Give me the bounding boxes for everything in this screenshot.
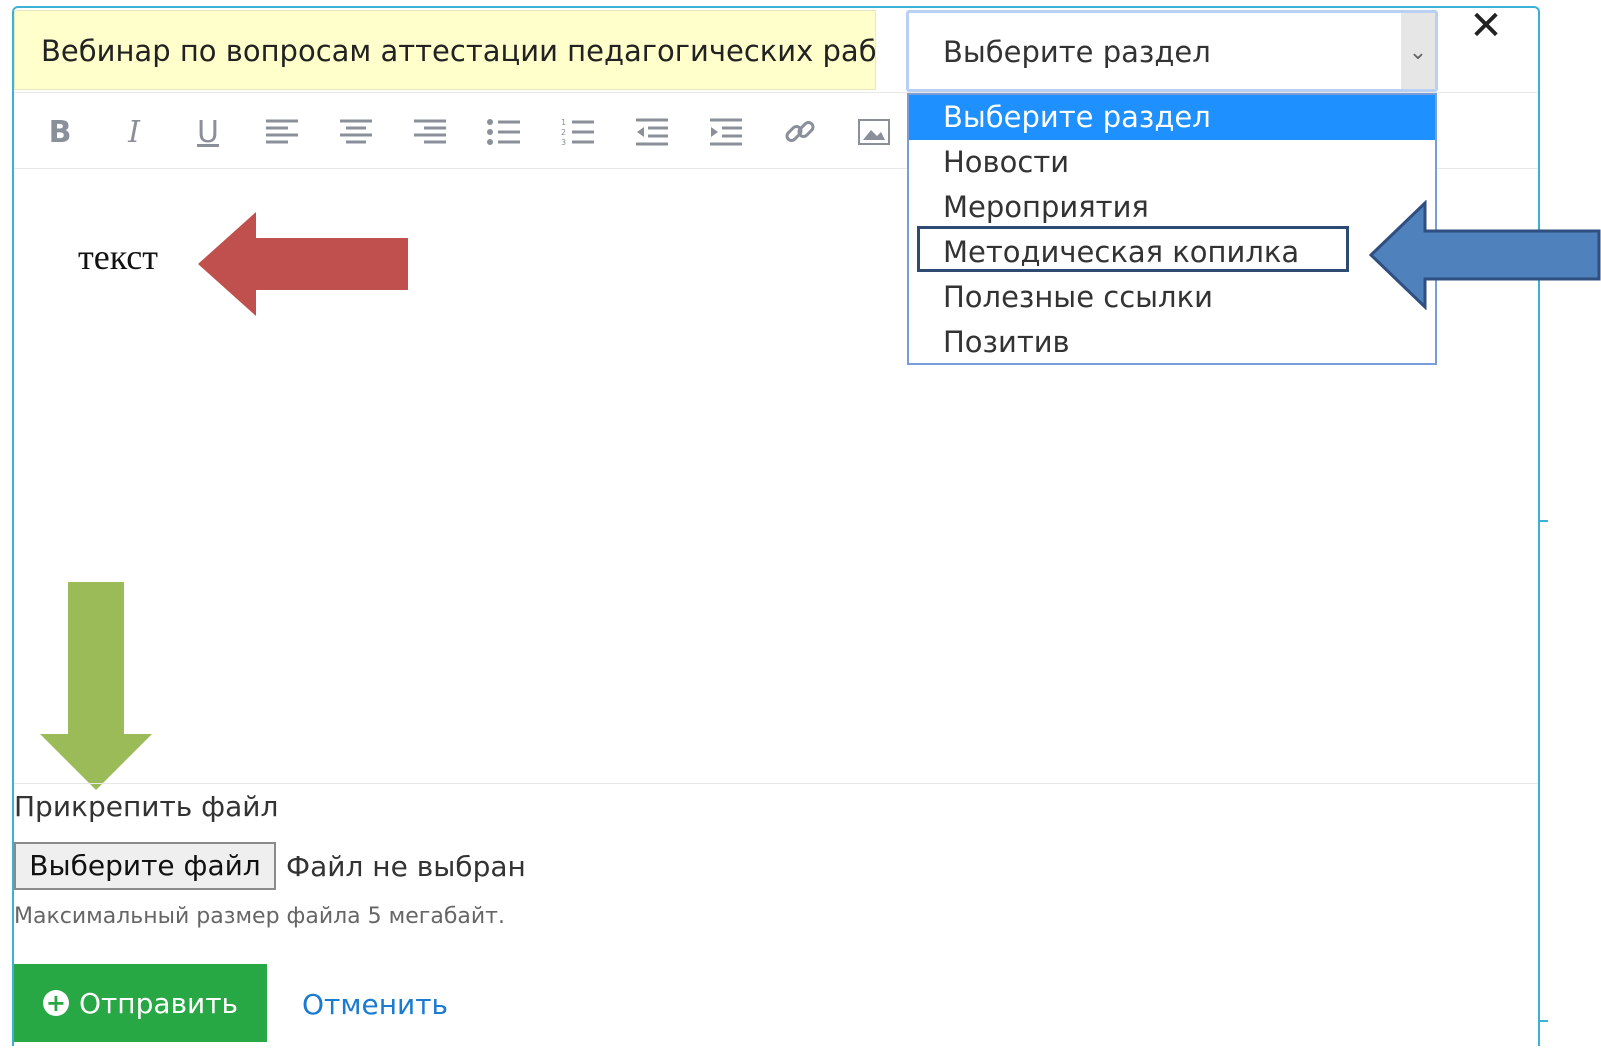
section-select[interactable]: Выберите раздел ⌄ xyxy=(906,10,1438,92)
submit-label: Отправить xyxy=(78,986,239,1020)
image-icon[interactable] xyxy=(852,110,896,154)
underline-button[interactable]: U xyxy=(186,110,230,154)
attachment-divider xyxy=(14,783,1538,784)
dropdown-option[interactable]: Мероприятия xyxy=(909,185,1435,230)
align-left-icon[interactable] xyxy=(260,110,304,154)
editor-toolbar: B I U 123 xyxy=(14,96,914,168)
close-button[interactable]: ✕ xyxy=(1466,4,1506,48)
highlight-box-annotation xyxy=(917,226,1349,272)
plus-circle-icon: + xyxy=(42,990,69,1016)
svg-text:2: 2 xyxy=(561,128,566,137)
green-arrow-annotation xyxy=(40,582,152,790)
file-size-hint: Максимальный размер файла 5 мегабайт. xyxy=(14,904,505,929)
numbered-list-icon[interactable]: 123 xyxy=(556,110,600,154)
svg-text:3: 3 xyxy=(561,138,566,147)
italic-button[interactable]: I xyxy=(112,110,156,154)
edge-tick xyxy=(1540,1020,1548,1022)
dropdown-option[interactable]: Позитив xyxy=(909,320,1435,365)
bold-button[interactable]: B xyxy=(38,110,82,154)
bullet-list-icon[interactable] xyxy=(482,110,526,154)
choose-file-button[interactable]: Выберите файл xyxy=(14,842,276,890)
blue-arrow-annotation xyxy=(1368,200,1601,310)
link-icon[interactable] xyxy=(778,110,822,154)
attach-file-label: Прикрепить файл xyxy=(14,790,279,823)
submit-button[interactable]: + Отправить xyxy=(14,964,267,1042)
edge-tick xyxy=(1540,520,1548,522)
editor-content[interactable]: текст xyxy=(78,236,158,278)
dropdown-option[interactable]: Новости xyxy=(909,140,1435,185)
section-select-value: Выберите раздел xyxy=(943,35,1211,69)
align-center-icon[interactable] xyxy=(334,110,378,154)
title-input[interactable]: Вебинар по вопросам аттестации педагогич… xyxy=(14,10,876,90)
chevron-down-icon[interactable]: ⌄ xyxy=(1401,13,1435,89)
red-arrow-annotation xyxy=(198,212,408,316)
dropdown-option[interactable]: Полезные ссылки xyxy=(909,275,1435,320)
svg-text:1: 1 xyxy=(561,118,566,127)
dropdown-option[interactable]: Выберите раздел xyxy=(909,95,1435,140)
outdent-icon[interactable] xyxy=(630,110,674,154)
indent-icon[interactable] xyxy=(704,110,748,154)
align-right-icon[interactable] xyxy=(408,110,452,154)
cancel-link[interactable]: Отменить xyxy=(302,988,448,1021)
file-status: Файл не выбран xyxy=(286,850,526,883)
